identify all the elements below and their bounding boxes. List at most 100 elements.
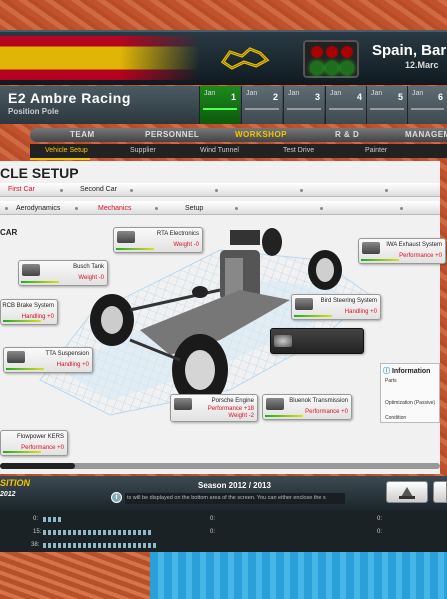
subnav-test-drive[interactable]: Test Drive (283, 147, 314, 154)
part-health-bar (3, 320, 41, 322)
car-tabs (0, 183, 440, 197)
stat-value-3: 0: (377, 516, 383, 522)
tab-setup[interactable]: Setup (185, 205, 203, 212)
calendar-number: 1 (230, 92, 236, 102)
team-name: E2 Ambre Racing (8, 90, 131, 106)
part-name: Porsche Engine (211, 398, 254, 404)
background-dirt-bottom (0, 550, 150, 599)
tab-first-car[interactable]: First Car (8, 186, 35, 193)
parts-scrollbar[interactable] (0, 463, 440, 469)
info-row-condition: Condition (385, 415, 407, 421)
calendar-month: Jan (204, 90, 216, 97)
scrollbar-thumb[interactable] (0, 463, 75, 469)
race-location: Spain, Bar (372, 42, 447, 59)
part-bird-steering-system[interactable]: Bird Steering System Handling +0 (291, 294, 381, 320)
part-health-bar (21, 281, 59, 283)
subnav-vehicle-setup[interactable]: Vehicle Setup (45, 147, 88, 154)
part-bluenok-transmission[interactable]: Bluenok Transmission Performance +0 (262, 394, 352, 420)
part-stat-weight: Weight -2 (228, 413, 254, 419)
subnav-supplier[interactable]: Supplier (130, 147, 156, 154)
calendar-month: Jan (330, 90, 342, 97)
track-map-icon (220, 47, 270, 70)
part-name: Flowpower KERS (16, 434, 64, 440)
calendar-number: 6 (437, 92, 443, 102)
nav-management[interactable]: MANAGEM (405, 130, 447, 139)
start-lights-icon (303, 40, 359, 78)
calendar-day-2[interactable]: Jan 2 (241, 86, 282, 124)
nav-personnel[interactable]: PERSONNEL (145, 130, 199, 139)
stat-label-2: 15: (33, 529, 42, 535)
part-porsche-engine[interactable]: Porsche Engine Performance +18 Weight -2 (170, 394, 258, 422)
calendar-month: Jan (288, 90, 300, 97)
season-label: Season 2012 / 2013 (198, 481, 271, 490)
subnav-active-indicator (30, 158, 90, 160)
part-thumbnail (7, 351, 25, 363)
part-name: Busch Tank (73, 264, 104, 270)
information-title: ⓘ Information (383, 368, 431, 375)
part-rta-electronics[interactable]: RTA Electronics Weight -0 (113, 227, 203, 253)
part-thumbnail (274, 335, 292, 347)
calendar-month: Jan (412, 90, 424, 97)
setup-tabs (0, 201, 440, 215)
stat-bar-3 (43, 543, 158, 548)
part-stat: Weight -0 (78, 275, 104, 281)
stat-label-3: 38: (31, 542, 40, 548)
stat-value-4: 0: (377, 529, 383, 535)
part-thumbnail (22, 264, 40, 276)
part-stat: Performance +0 (399, 253, 442, 259)
info-row-parts: Parts (385, 378, 397, 384)
stat-value-1: 0: (210, 516, 216, 522)
stat-label-1: 0: (33, 516, 39, 522)
part-thumbnail (174, 398, 192, 410)
calendar-day-4[interactable]: Jan 4 (325, 86, 366, 124)
part-empty-slot[interactable] (270, 328, 364, 354)
calendar-day-1[interactable]: Jan 1 (199, 86, 240, 124)
calendar-number: 2 (272, 92, 278, 102)
page-title: CLE SETUP (0, 165, 79, 181)
stat-bar-1 (43, 517, 63, 522)
stat-bar-2 (43, 530, 153, 535)
ticker-text: ts will be displayed on the bottom area … (127, 495, 326, 501)
part-health-bar (294, 315, 332, 317)
part-thumbnail (362, 242, 380, 254)
part-name: IWA Exhaust System (386, 242, 442, 248)
race-date: 12.Marc (405, 60, 439, 70)
nav-workshop[interactable]: WORKSHOP (235, 130, 287, 139)
part-tta-suspension[interactable]: TTA Suspension Handling +0 (3, 347, 93, 373)
part-stat: Weight -0 (173, 242, 199, 248)
subnav-wind-tunnel[interactable]: Wind Tunnel (200, 147, 239, 154)
part-rcb-brake-system[interactable]: RCB Brake System Handling +0 (0, 299, 58, 325)
subnav-painter[interactable]: Painter (365, 147, 387, 154)
part-stat: Performance +18 (207, 406, 254, 412)
nav-rnd[interactable]: R & D (335, 130, 359, 139)
part-name: RCB Brake System (2, 303, 54, 309)
continue-button[interactable] (386, 481, 428, 503)
part-name: RTA Electronics (156, 231, 199, 237)
info-row-optimization: Optimization (Passive) (385, 400, 436, 406)
part-name: Bluenok Transmission (289, 398, 348, 404)
next-button[interactable] (433, 481, 447, 503)
tab-second-car[interactable]: Second Car (80, 186, 117, 193)
controller-icon (399, 487, 415, 499)
calendar-day-5[interactable]: Jan 5 (366, 86, 407, 124)
part-health-bar (3, 451, 41, 453)
info-icon[interactable]: i (111, 492, 122, 503)
part-iwa-exhaust-system[interactable]: IWA Exhaust System Performance +0 (358, 238, 446, 264)
information-panel: ⓘ Information Parts Optimization (Passiv… (380, 363, 440, 423)
calendar-number: 4 (356, 92, 362, 102)
part-thumbnail (266, 398, 284, 410)
part-health-bar (6, 368, 44, 370)
calendar-month: Jan (371, 90, 383, 97)
part-flowpower-kers[interactable]: Flowpower KERS Performance +0 (0, 430, 68, 456)
nav-team[interactable]: TEAM (70, 130, 95, 139)
spain-flag (0, 36, 200, 80)
background-pool (150, 550, 447, 599)
part-busch-tank[interactable]: Busch Tank Weight -0 (18, 260, 108, 286)
tab-mechanics[interactable]: Mechanics (98, 205, 131, 212)
calendar-day-3[interactable]: Jan 3 (283, 86, 324, 124)
part-health-bar (361, 259, 399, 261)
calendar-day-6[interactable]: Jan 6 (407, 86, 447, 124)
calendar-number: 5 (397, 92, 403, 102)
game-logo: SITION 2012 (0, 478, 31, 498)
tab-aerodynamics[interactable]: Aerodynamics (16, 205, 60, 212)
